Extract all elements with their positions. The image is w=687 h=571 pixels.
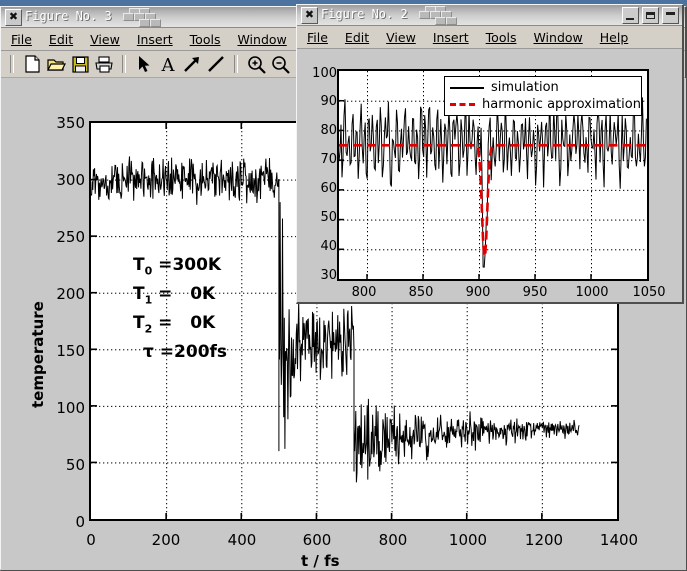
pointer-icon[interactable] xyxy=(133,53,155,75)
minimize-button[interactable] xyxy=(622,7,639,24)
inset-ytick-100: 100 xyxy=(299,66,337,81)
text-icon[interactable]: A xyxy=(157,53,179,75)
window-title-figure-3: Figure No. 3 xyxy=(25,9,112,23)
titlebar-figure-2[interactable]: ✖ Figure No. 2 xyxy=(297,5,682,26)
legend-swatch-simulation xyxy=(450,87,484,89)
inset-xtick-800: 800 xyxy=(344,285,384,300)
menu-edit[interactable]: Edit xyxy=(49,32,73,47)
menu-tools[interactable]: Tools xyxy=(486,30,517,45)
line-icon[interactable] xyxy=(205,53,227,75)
annotation-T1: T1 = 0K xyxy=(133,284,215,306)
inset-xtick-1000: 1000 xyxy=(572,285,612,300)
inset-ytick-80: 80 xyxy=(299,123,337,138)
legend-entry-simulation: simulation xyxy=(445,79,641,96)
new-icon[interactable] xyxy=(21,53,43,75)
inset-plot-canvas: simulation harmonic approximation xyxy=(337,69,649,281)
main-xtick-0: 0 xyxy=(69,531,113,549)
menu-edit[interactable]: Edit xyxy=(345,30,369,45)
menu-help[interactable]: Help xyxy=(600,30,629,45)
annotation-T0: T0 =300K xyxy=(133,255,221,277)
inset-ytick-70: 70 xyxy=(299,152,337,167)
main-xtick-1000: 1000 xyxy=(446,531,490,549)
toolbar-separator xyxy=(234,55,238,73)
save-icon[interactable] xyxy=(69,53,91,75)
menu-insert[interactable]: Insert xyxy=(137,32,173,47)
menu-file[interactable]: File xyxy=(11,32,32,47)
main-ytick-300: 300 xyxy=(41,171,85,189)
inset-plot-area: 100 90 80 70 60 50 40 30 800 850 900 950… xyxy=(297,49,682,302)
legend-label-harmonic: harmonic approximation xyxy=(482,97,641,112)
menu-file[interactable]: File xyxy=(307,30,328,45)
zoom-in-icon[interactable] xyxy=(245,53,267,75)
main-xtick-800: 800 xyxy=(371,531,415,549)
maximize-button[interactable] xyxy=(642,7,659,24)
main-xtick-1200: 1200 xyxy=(522,531,566,549)
inset-ytick-60: 60 xyxy=(299,181,337,196)
main-ytick-250: 250 xyxy=(41,228,85,246)
annotation-T2: T2 = 0K xyxy=(133,313,215,335)
menu-tools[interactable]: Tools xyxy=(190,32,221,47)
main-xtick-1400: 1400 xyxy=(597,531,641,549)
main-xtick-400: 400 xyxy=(220,531,264,549)
inset-xtick-1050: 1050 xyxy=(629,285,669,300)
inset-xtick-950: 950 xyxy=(515,285,555,300)
menu-view[interactable]: View xyxy=(386,30,416,45)
window-menu-icon[interactable]: ✖ xyxy=(5,9,22,26)
legend-label-simulation: simulation xyxy=(491,80,559,95)
toolbar-separator xyxy=(122,55,126,73)
window-controls-figure-2[interactable] xyxy=(622,7,679,24)
inset-ytick-30: 30 xyxy=(299,268,337,283)
main-ytick-0: 0 xyxy=(41,513,85,531)
toolbar-separator xyxy=(10,55,14,73)
window-title-figure-2: Figure No. 2 xyxy=(321,7,408,21)
menu-insert[interactable]: Insert xyxy=(433,30,469,45)
main-xtick-200: 200 xyxy=(144,531,188,549)
inset-xtick-900: 900 xyxy=(458,285,498,300)
inset-ytick-40: 40 xyxy=(299,239,337,254)
main-ytick-350: 350 xyxy=(41,114,85,132)
inset-plot-legend: simulation harmonic approximation xyxy=(444,76,642,116)
main-ytick-200: 200 xyxy=(41,285,85,303)
main-plot-xlabel: t / fs xyxy=(301,552,340,570)
menu-window[interactable]: Window xyxy=(533,30,582,45)
open-icon[interactable] xyxy=(45,53,67,75)
svg-text:A: A xyxy=(161,55,176,73)
titlebar-decoration xyxy=(101,7,171,27)
menu-window[interactable]: Window xyxy=(237,32,286,47)
main-ytick-50: 50 xyxy=(41,456,85,474)
inset-ytick-50: 50 xyxy=(299,210,337,225)
inset-ytick-90: 90 xyxy=(299,94,337,109)
window-figure-2[interactable]: ✖ Figure No. 2 File Edit View Insert Too… xyxy=(296,4,684,304)
annotation-tau: τ =200fs xyxy=(143,342,227,362)
inset-xtick-850: 850 xyxy=(401,285,441,300)
legend-swatch-harmonic xyxy=(450,103,475,106)
main-ytick-150: 150 xyxy=(41,342,85,360)
window-menu-icon[interactable]: ✖ xyxy=(301,7,318,24)
menubar-figure-2[interactable]: File Edit View Insert Tools Window Help xyxy=(297,26,682,49)
zoom-out-icon[interactable] xyxy=(269,53,291,75)
arrow-icon[interactable] xyxy=(181,53,203,75)
main-ytick-100: 100 xyxy=(41,399,85,417)
main-xtick-600: 600 xyxy=(295,531,339,549)
menu-view[interactable]: View xyxy=(90,32,120,47)
titlebar-decoration xyxy=(397,5,467,25)
close-button[interactable] xyxy=(662,7,679,24)
print-icon[interactable] xyxy=(93,53,115,75)
legend-entry-harmonic: harmonic approximation xyxy=(445,96,641,113)
